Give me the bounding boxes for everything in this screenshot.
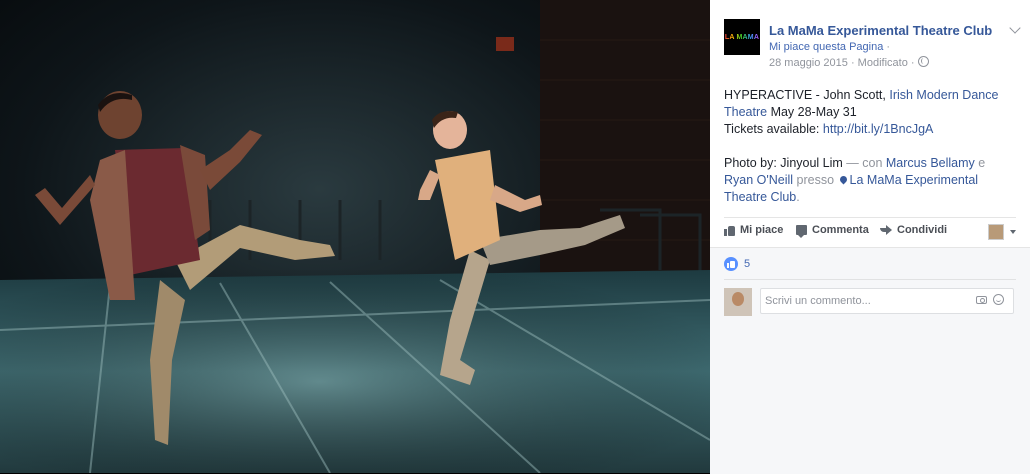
post-side-panel: LA MAMA La MaMa Experimental Theatre Clu…	[710, 0, 1030, 474]
like-button[interactable]: Mi piace	[724, 224, 783, 236]
like-reaction-icon	[724, 257, 738, 271]
end-punctuation: .	[796, 190, 800, 204]
commenter-avatar	[724, 288, 752, 316]
like-page-row: Mi piace questa Pagina ·	[769, 41, 890, 53]
comment-label: Commenta	[812, 224, 869, 236]
divider	[724, 217, 1016, 218]
like-page-dot: ·	[883, 41, 891, 53]
person-ryan-oneill-link[interactable]: Ryan O'Neill	[724, 173, 793, 187]
post-header: LA MAMA La MaMa Experimental Theatre Clu…	[724, 14, 1024, 74]
tickets-label: Tickets available:	[724, 122, 823, 136]
at-text: presso	[793, 173, 838, 187]
comment-button[interactable]: Commenta	[796, 224, 869, 238]
post-date-link[interactable]: 28 maggio 2015	[769, 57, 848, 69]
post-text-segment: May 28-May 31	[767, 105, 857, 119]
divider	[724, 279, 1016, 280]
like-icon	[724, 225, 735, 236]
globe-icon[interactable]	[917, 56, 929, 67]
share-label: Condividi	[897, 224, 948, 236]
and-text: e	[974, 156, 986, 170]
comments-section: 5	[710, 247, 1030, 474]
chevron-down-icon[interactable]	[1009, 22, 1021, 34]
like-label: Mi piace	[740, 224, 784, 236]
tickets-url-link[interactable]: http://bit.ly/1BncJgA	[823, 122, 933, 136]
emoji-icon[interactable]	[993, 294, 1004, 305]
stage-photo-illustration	[0, 0, 710, 473]
page-avatar-logo: LA MAMA	[724, 33, 760, 41]
post-line-tickets: Tickets available: http://bit.ly/1BncJgA	[724, 121, 1016, 138]
like-page-link[interactable]: Mi piace questa Pagina	[769, 41, 883, 53]
post-line-1: HYPERACTIVE - John Scott, Irish Modern D…	[724, 87, 1016, 121]
edited-label[interactable]: · Modificato ·	[848, 57, 915, 69]
share-icon	[880, 225, 892, 235]
post-photo[interactable]	[0, 0, 710, 473]
comment-icon	[796, 225, 807, 238]
reaction-count[interactable]: 5	[744, 258, 750, 270]
photo-credit: Photo by: Jinyoul Lim — con Marcus Bella…	[724, 155, 1016, 206]
reactions-summary[interactable]: 5	[724, 257, 750, 271]
share-button[interactable]: Condividi	[880, 224, 947, 236]
with-text: — con	[842, 156, 886, 170]
person-marcus-bellamy-link[interactable]: Marcus Bellamy	[886, 156, 975, 170]
post-text-segment: HYPERACTIVE - John Scott,	[724, 88, 890, 102]
caret-down-icon[interactable]	[1010, 230, 1016, 234]
post-body: HYPERACTIVE - John Scott, Irish Modern D…	[724, 87, 1016, 206]
page-name-link[interactable]: La MaMa Experimental Theatre Club	[769, 23, 992, 38]
profile-selector-avatar[interactable]	[988, 224, 1004, 240]
post-meta: 28 maggio 2015 · Modificato ·	[769, 56, 929, 69]
post-actions: Mi piace Commenta Condividi	[724, 224, 1016, 242]
page-avatar[interactable]: LA MAMA	[724, 19, 760, 55]
camera-icon[interactable]	[976, 296, 987, 304]
location-pin-icon	[838, 174, 848, 185]
photo-by-text: Photo by: Jinyoul Lim	[724, 156, 843, 170]
